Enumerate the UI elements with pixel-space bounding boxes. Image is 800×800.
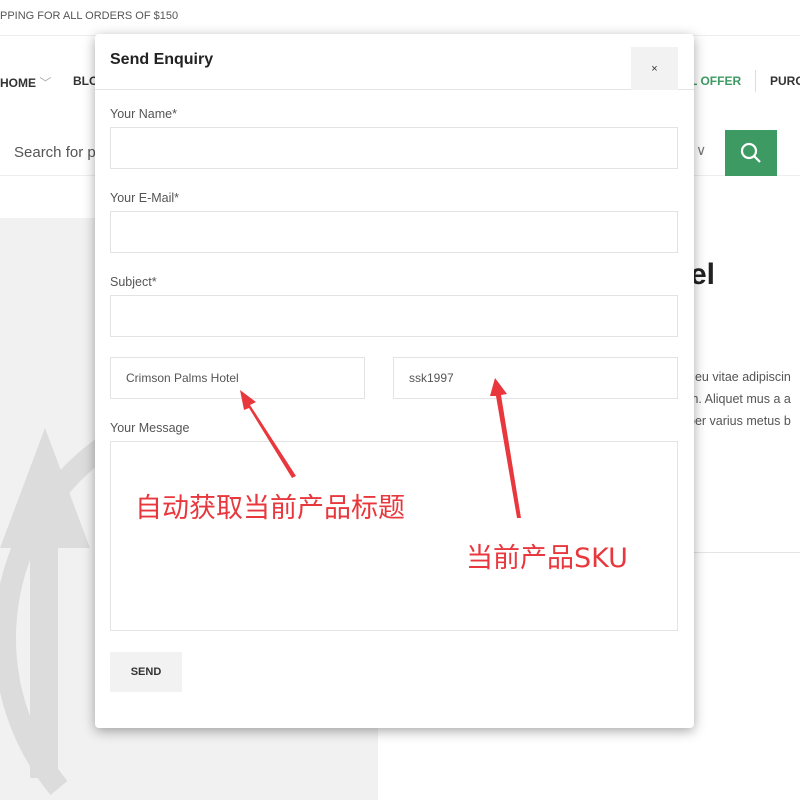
annotation-sku-note: 当前产品SKU [466, 543, 628, 574]
arrow-to-title [240, 390, 296, 478]
annotation-title-note: 自动获取当前产品标题 [135, 493, 405, 524]
arrow-to-sku [490, 378, 521, 518]
annotation-arrows [240, 378, 521, 518]
